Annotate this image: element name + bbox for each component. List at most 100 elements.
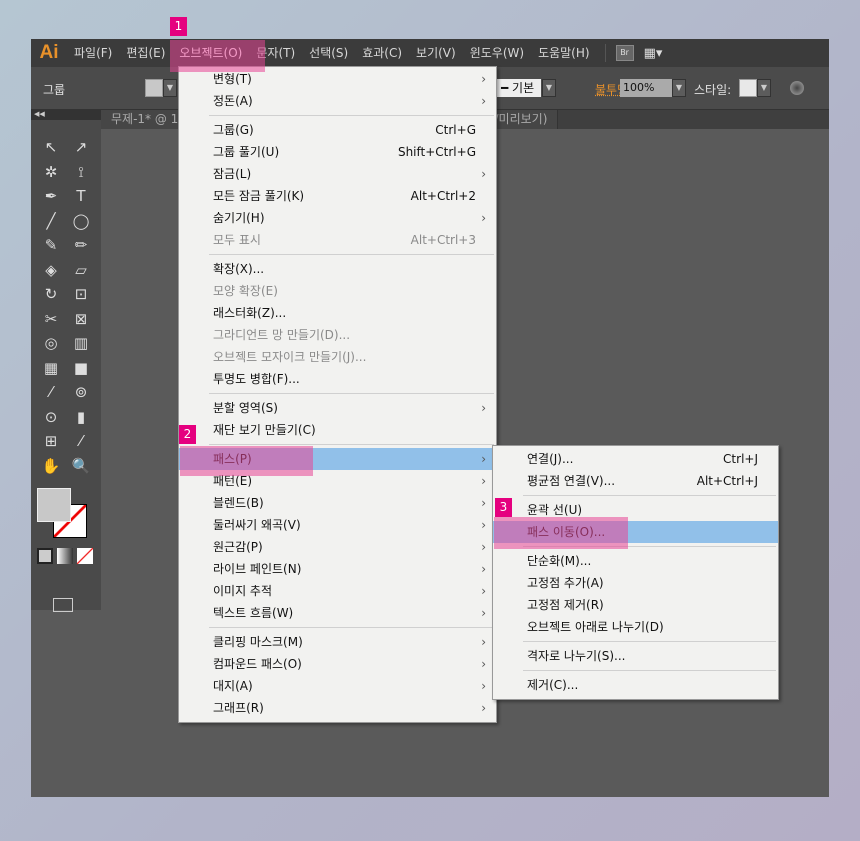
menu-item-label: 연결(J)... bbox=[527, 452, 574, 466]
tool-icon[interactable]: ⊙ bbox=[36, 408, 66, 433]
menu-item[interactable]: 확장(X)... bbox=[179, 258, 496, 280]
fill-swatch[interactable] bbox=[145, 79, 163, 97]
menu-item-label: 평균점 연결(V)... bbox=[527, 474, 616, 488]
menu-item[interactable]: 컴파운드 패스(O) › bbox=[179, 653, 496, 675]
menu-item[interactable]: 그래프(R) › bbox=[179, 697, 496, 719]
menu-0[interactable]: 파일(F) bbox=[67, 39, 119, 67]
menu-1[interactable]: 편집(E) bbox=[119, 39, 172, 67]
stroke-style-dropdown[interactable]: ▼ bbox=[542, 79, 556, 97]
tool-icon[interactable]: 🔍 bbox=[66, 457, 96, 482]
menu-item[interactable]: 오브젝트 아래로 나누기(D) bbox=[493, 616, 778, 638]
menu-item-label: 그룹 풀기(U) bbox=[213, 145, 280, 159]
menu-item-label: 확장(X)... bbox=[213, 262, 265, 276]
stroke-style-field[interactable]: ━ 기본 bbox=[497, 79, 541, 97]
menu-item[interactable]: 그라디언트 망 만들기(D)... bbox=[179, 324, 496, 346]
fill-dropdown[interactable]: ▼ bbox=[163, 79, 177, 97]
menu-item[interactable]: 그룹(G) Ctrl+G bbox=[179, 119, 496, 141]
menu-item[interactable]: 블렌드(B) › bbox=[179, 492, 496, 514]
tool-icon[interactable]: ◯ bbox=[66, 212, 96, 237]
menu-item[interactable]: 투명도 병합(F)... bbox=[179, 368, 496, 390]
tool-icon[interactable]: ⊡ bbox=[66, 285, 96, 310]
chevron-right-icon: › bbox=[481, 657, 486, 671]
tool-icon[interactable]: ⊠ bbox=[66, 310, 96, 335]
fill-stroke-widget[interactable] bbox=[37, 488, 89, 540]
menu-item[interactable]: 모든 잠금 풀기(K) Alt+Ctrl+2 bbox=[179, 185, 496, 207]
tool-icon[interactable]: ↻ bbox=[36, 285, 66, 310]
menu-item[interactable]: 정돈(A) › bbox=[179, 90, 496, 112]
tool-icon[interactable]: ╱ bbox=[36, 212, 66, 237]
opacity-dropdown[interactable]: ▼ bbox=[672, 79, 686, 97]
chevron-right-icon: › bbox=[481, 584, 486, 598]
menu-item[interactable]: 라이브 페인트(N) › bbox=[179, 558, 496, 580]
menu-7[interactable]: 윈도우(W) bbox=[463, 39, 531, 67]
tool-icon[interactable]: ▦ bbox=[36, 359, 66, 384]
menu-item[interactable]: 클리핑 마스크(M) › bbox=[179, 631, 496, 653]
menu-5[interactable]: 효과(C) bbox=[355, 39, 409, 67]
menu-item[interactable]: 텍스트 흐름(W) › bbox=[179, 602, 496, 624]
menu-item[interactable]: 평균점 연결(V)... Alt+Ctrl+J bbox=[493, 470, 778, 492]
style-dropdown[interactable]: ▼ bbox=[757, 79, 771, 97]
tool-icon[interactable]: ↗ bbox=[66, 138, 96, 163]
tool-icon[interactable]: ▱ bbox=[66, 261, 96, 286]
menu-separator bbox=[209, 627, 494, 628]
menu-item[interactable]: 오브젝트 모자이크 만들기(J)... bbox=[179, 346, 496, 368]
recolor-icon[interactable] bbox=[790, 81, 804, 95]
menu-item[interactable]: 그룹 풀기(U) Shift+Ctrl+G bbox=[179, 141, 496, 163]
tool-icon[interactable]: ✎ bbox=[36, 236, 66, 261]
menu-item-label: 정돈(A) bbox=[213, 94, 253, 108]
tool-icon[interactable]: ⊚ bbox=[66, 383, 96, 408]
menu-item[interactable]: 숨기기(H) › bbox=[179, 207, 496, 229]
menu-item[interactable]: 원근감(P) › bbox=[179, 536, 496, 558]
menu-4[interactable]: 선택(S) bbox=[302, 39, 355, 67]
menu-item[interactable]: 둘러싸기 왜곡(V) › bbox=[179, 514, 496, 536]
menu-separator bbox=[209, 254, 494, 255]
collapse-panel-icon[interactable]: ◀◀ bbox=[31, 110, 101, 120]
tool-icon[interactable]: ✋ bbox=[36, 457, 66, 482]
menu-item[interactable]: 모양 확장(E) bbox=[179, 280, 496, 302]
menu-item[interactable]: 단순화(M)... bbox=[493, 550, 778, 572]
chevron-right-icon: › bbox=[481, 635, 486, 649]
menu-item-label: 클리핑 마스크(M) bbox=[213, 635, 303, 649]
screen-mode-icon[interactable] bbox=[53, 598, 73, 612]
menu-item[interactable]: 이미지 추적 › bbox=[179, 580, 496, 602]
menu-6[interactable]: 보기(V) bbox=[409, 39, 463, 67]
bridge-icon[interactable]: Br bbox=[615, 45, 634, 61]
style-swatch[interactable] bbox=[739, 79, 757, 97]
tool-icon[interactable]: ◈ bbox=[36, 261, 66, 286]
tool-icon[interactable]: ■ bbox=[66, 359, 96, 384]
menu-item[interactable]: 연결(J)... Ctrl+J bbox=[493, 448, 778, 470]
chevron-right-icon: › bbox=[481, 701, 486, 715]
menu-item[interactable]: 고정점 제거(R) bbox=[493, 594, 778, 616]
menu-item[interactable]: 래스터화(Z)... bbox=[179, 302, 496, 324]
menu-item-label: 이미지 추적 bbox=[213, 584, 273, 598]
document-tab[interactable]: 무제-1* @ 1 bbox=[101, 110, 190, 129]
tool-icon[interactable]: ⊞ bbox=[36, 432, 66, 457]
menu-item[interactable]: 격자로 나누기(S)... bbox=[493, 645, 778, 667]
menu-item[interactable]: 제거(C)... bbox=[493, 674, 778, 696]
color-mode-buttons[interactable] bbox=[37, 548, 93, 564]
tool-icon[interactable]: ▮ bbox=[66, 408, 96, 433]
tool-icon[interactable]: ⟟ bbox=[66, 163, 96, 188]
tool-icon[interactable]: ↖ bbox=[36, 138, 66, 163]
tool-icon[interactable]: ⁄ bbox=[36, 383, 66, 408]
tool-icon[interactable]: ✂ bbox=[36, 310, 66, 335]
menu-item[interactable]: 잠금(L) › bbox=[179, 163, 496, 185]
menu-item[interactable]: 고정점 추가(A) bbox=[493, 572, 778, 594]
chevron-right-icon: › bbox=[481, 401, 486, 415]
tool-icon[interactable]: ◎ bbox=[36, 334, 66, 359]
opacity-input[interactable]: 100% bbox=[620, 79, 672, 97]
tool-icon[interactable]: ✒ bbox=[36, 187, 66, 212]
menu-item[interactable]: 재단 보기 만들기(C) bbox=[179, 419, 496, 441]
tool-icon[interactable]: ▥ bbox=[66, 334, 96, 359]
menu-item[interactable]: 모두 표시 Alt+Ctrl+3 bbox=[179, 229, 496, 251]
tool-icon[interactable]: ✲ bbox=[36, 163, 66, 188]
menu-item[interactable]: 분할 영역(S) › bbox=[179, 397, 496, 419]
tool-icon[interactable]: T bbox=[66, 187, 96, 212]
menu-8[interactable]: 도움말(H) bbox=[531, 39, 597, 67]
arrange-documents-icon[interactable]: ▦▾ bbox=[644, 46, 663, 61]
menu-item[interactable]: 대지(A) › bbox=[179, 675, 496, 697]
menu-item-shortcut: Alt+Ctrl+J bbox=[696, 474, 758, 488]
tool-icon[interactable]: ✏ bbox=[66, 236, 96, 261]
menu-separator bbox=[523, 670, 776, 671]
tool-icon[interactable]: ⁄ bbox=[66, 432, 96, 457]
